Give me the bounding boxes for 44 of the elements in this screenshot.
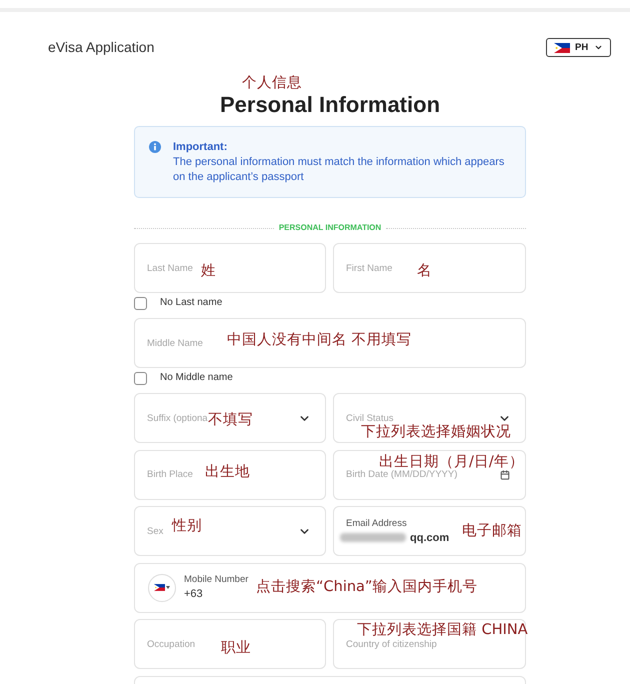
field-placeholder: Occupation: [147, 638, 196, 650]
field-placeholder: Birth Date (MM/DD/YYYY): [346, 469, 458, 480]
app-title: eVisa Application: [48, 38, 154, 57]
annotation-text: 下拉列表选择婚姻状况: [361, 424, 511, 440]
field-placeholder: Suffix (optiona: [147, 412, 208, 424]
notice-heading: Important:: [173, 140, 228, 155]
field-placeholder: Country of citizenship: [346, 638, 437, 650]
section-heading: PERSONAL INFORMATION: [278, 222, 382, 234]
language-select[interactable]: PH: [546, 38, 611, 57]
country-code-button[interactable]: [148, 574, 176, 602]
field-placeholder: Middle Name: [147, 338, 203, 348]
field-label: Email Address: [346, 518, 407, 529]
annotation-text: 出生日期（月/日/年）: [379, 454, 524, 470]
field-placeholder: Sex: [147, 526, 164, 537]
annotation-text: 点击搜索“China”输入国内手机号: [256, 578, 478, 595]
field-placeholder: Last Name: [147, 262, 193, 274]
flag-icon: [554, 42, 570, 52]
annotation-text: 姓: [201, 263, 216, 279]
field-value: qq.com: [410, 530, 450, 545]
checkbox-label: No Middle name: [160, 371, 233, 385]
annotation-text: 性别: [172, 518, 202, 534]
field-placeholder: First Name: [346, 262, 392, 274]
chevron-down-icon: [594, 43, 603, 52]
annotation-text: 中国人没有中间名 不用填写: [227, 332, 412, 348]
info-icon: [149, 141, 161, 153]
annotation-text: 个人信息: [242, 75, 302, 91]
notice-text: The personal information must match the information which appears on the applicant’s passport: [173, 155, 506, 185]
annotation-text: 电子邮箱: [462, 523, 522, 540]
flag-icon: [154, 584, 165, 592]
annotation-text: 不填写: [208, 412, 253, 428]
checkbox[interactable]: [134, 372, 147, 384]
field-placeholder: Civil Status: [346, 412, 394, 424]
checkbox[interactable]: [134, 296, 147, 310]
caret-icon: [166, 586, 170, 590]
field-label: Mobile Number: [184, 574, 248, 586]
field-value: +63: [184, 587, 203, 602]
page-title: Personal Information: [220, 93, 440, 117]
annotation-text: 职业: [221, 640, 251, 656]
annotation-text: 出生地: [205, 464, 250, 480]
annotation-text: 名: [417, 263, 432, 279]
checkbox-label: No Last name: [160, 296, 222, 310]
calendar-icon: [500, 470, 510, 480]
annotation-text: 下拉列表选择国籍 CHINA: [357, 622, 528, 638]
field-placeholder: Birth Place: [147, 469, 193, 480]
